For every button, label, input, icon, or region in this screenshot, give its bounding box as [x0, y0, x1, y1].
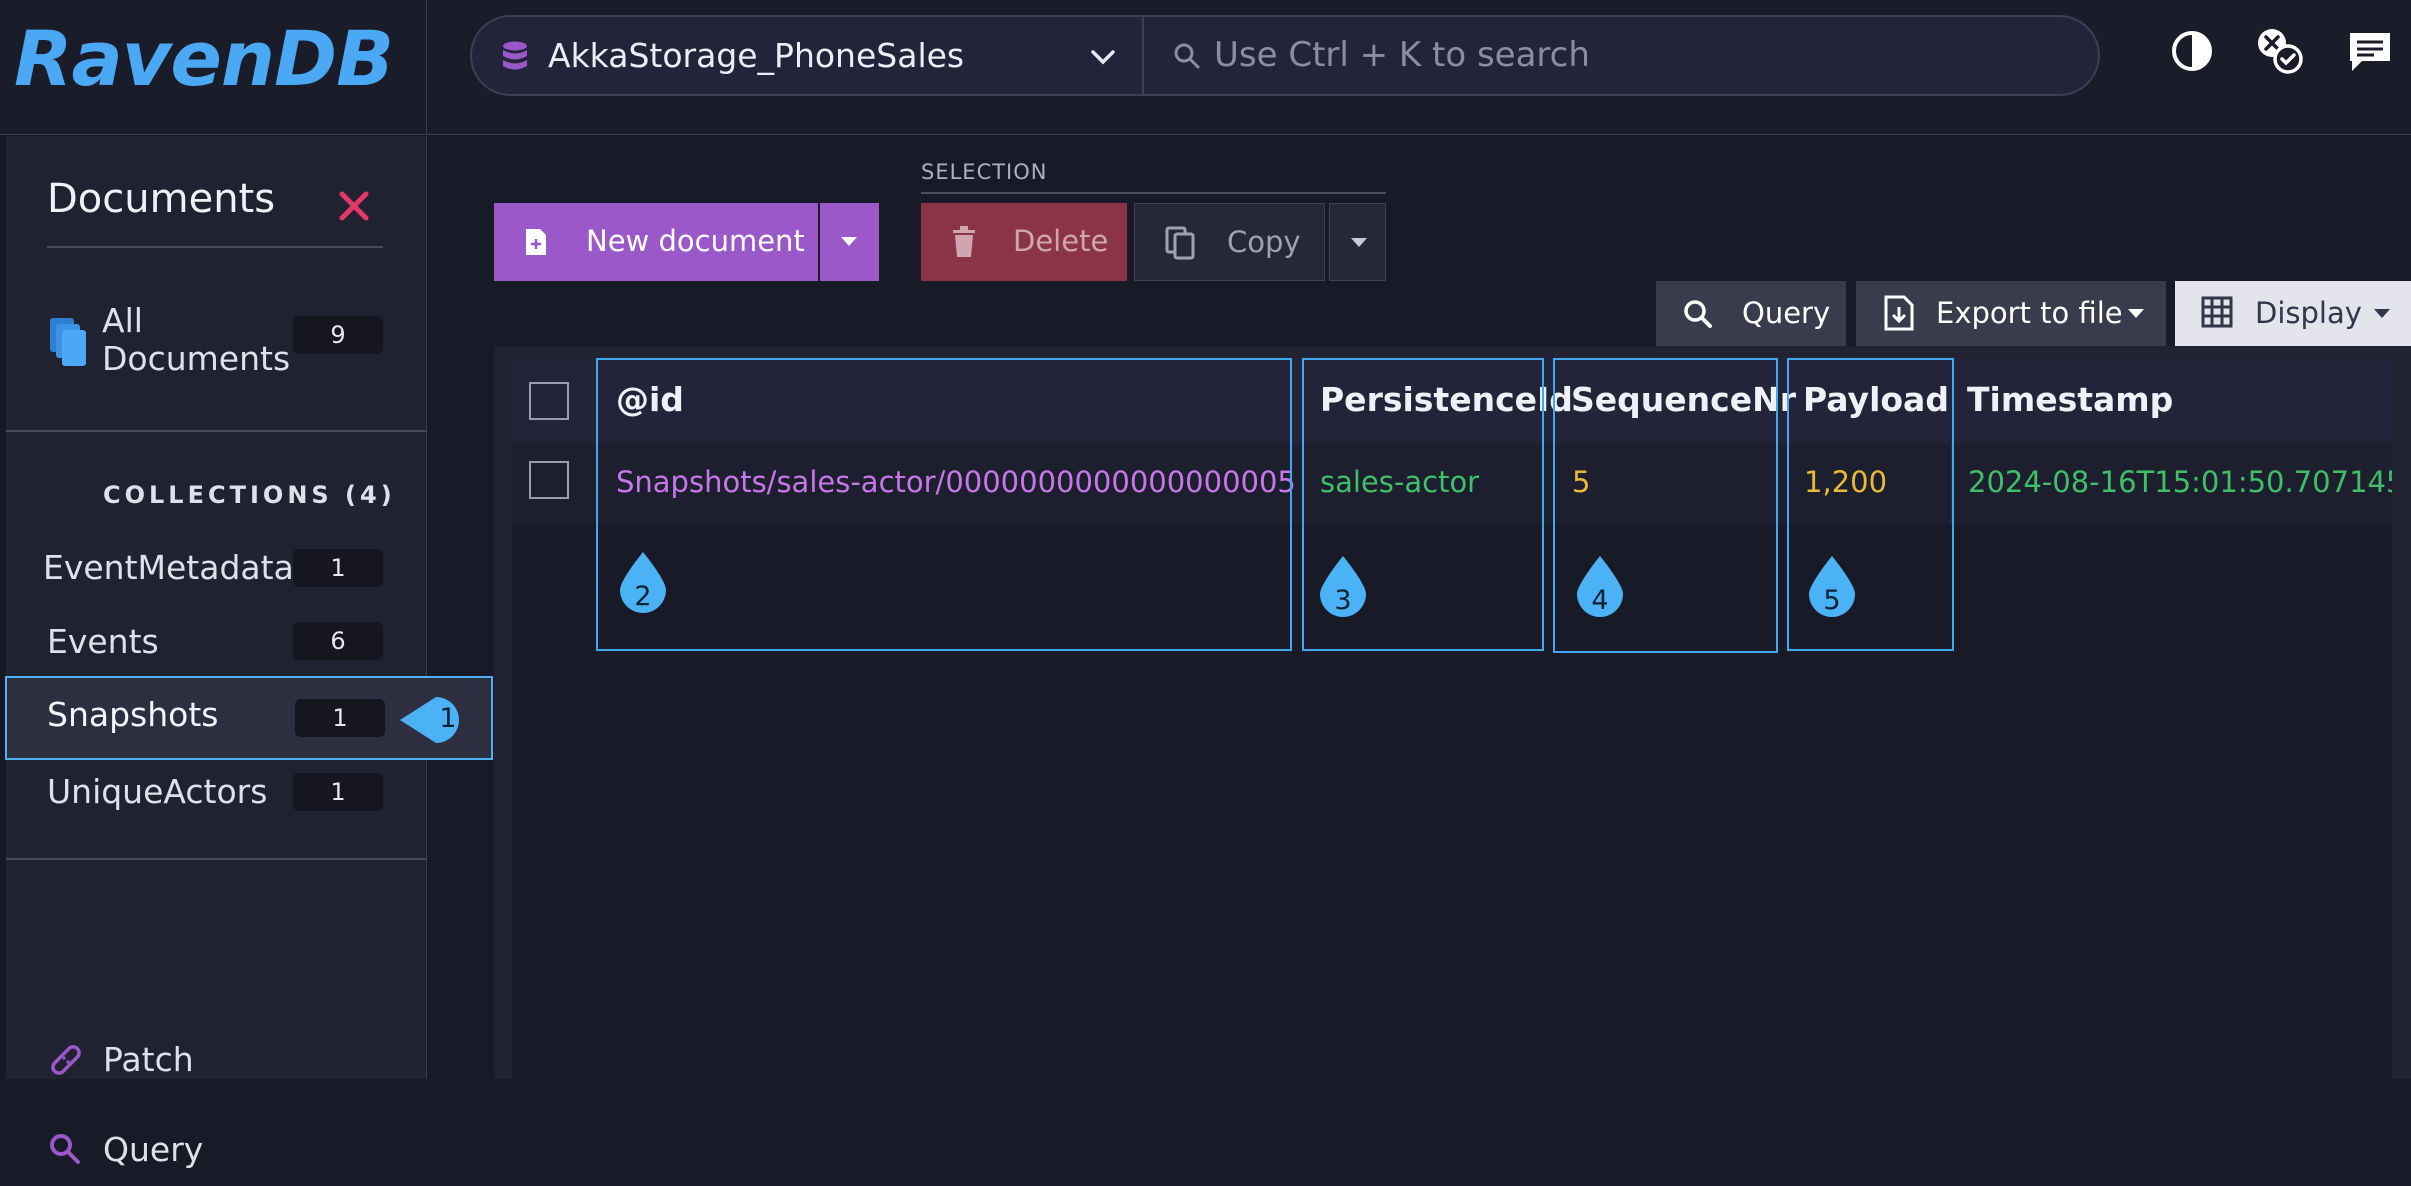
all-documents-label: All Documents — [102, 301, 291, 378]
caret-down-icon — [2128, 309, 2144, 318]
cell-timestamp: 2024-08-16T15:01:50.7071455Z — [1968, 465, 2392, 499]
sidebar-edge — [0, 136, 6, 1079]
search-icon — [1174, 43, 1200, 69]
caret-down-icon — [2374, 309, 2390, 318]
collections-heading: COLLECTIONS (4) — [103, 481, 396, 509]
collection-count: 1 — [293, 773, 383, 811]
brand-area: RavenDB — [0, 0, 427, 135]
export-file-icon — [1884, 295, 1914, 331]
collection-count: 1 — [295, 699, 385, 737]
query-label: Query — [1742, 296, 1831, 330]
delete-button[interactable]: Delete — [921, 203, 1127, 281]
divider — [47, 246, 383, 248]
new-document-button[interactable]: New document — [494, 203, 818, 281]
search-icon — [1684, 300, 1712, 328]
copy-label: Copy — [1227, 225, 1301, 259]
chevron-down-icon[interactable] — [1087, 41, 1119, 73]
bandage-icon — [51, 1045, 81, 1075]
column-header-timestamp[interactable]: Timestamp — [1967, 380, 2173, 419]
sidebar-item-query[interactable]: Query — [6, 1116, 427, 1186]
sidebar-item-all-documents[interactable]: All Documents 9 — [0, 296, 427, 396]
new-document-label: New document — [586, 224, 805, 258]
sidebar: Documents All Documents 9 COLLECTIONS (4… — [0, 136, 427, 1169]
selection-label: SELECTION — [921, 160, 1048, 184]
notification-status-icon[interactable] — [2254, 25, 2306, 77]
collection-label: EventMetadatas — [43, 548, 311, 587]
search-input[interactable] — [1212, 27, 2072, 83]
copy-icon — [1165, 226, 1195, 260]
delete-label: Delete — [1013, 224, 1109, 258]
database-dropdown[interactable]: AkkaStorage_PhoneSales — [472, 17, 1144, 94]
sidebar-item-uniqueactors[interactable]: UniqueActors 1 — [6, 762, 427, 826]
database-selector: AkkaStorage_PhoneSales — [470, 15, 2100, 96]
callout-number: 1 — [439, 703, 457, 734]
export-label: Export to file — [1936, 296, 2123, 330]
copy-button[interactable]: Copy — [1134, 203, 1325, 281]
close-icon[interactable] — [336, 188, 372, 224]
search-icon — [50, 1134, 80, 1164]
theme-toggle-icon[interactable] — [2166, 25, 2218, 77]
callout-number: 2 — [634, 581, 652, 612]
select-all-checkbox[interactable] — [529, 382, 569, 420]
query-button[interactable]: Query — [1656, 281, 1846, 346]
new-file-icon — [526, 229, 546, 255]
copy-dropdown[interactable] — [1329, 203, 1386, 281]
divider — [921, 192, 1386, 194]
database-icon — [503, 41, 527, 70]
caret-down-icon — [1351, 238, 1367, 247]
table-icon — [2201, 296, 2233, 328]
export-to-file-button[interactable]: Export to file — [1856, 281, 2166, 346]
caret-down-icon — [841, 237, 857, 246]
display-label: Display — [2255, 296, 2362, 330]
feedback-icon[interactable] — [2344, 25, 2396, 77]
all-documents-count: 9 — [293, 316, 383, 354]
collection-label: Snapshots — [47, 695, 219, 734]
patch-label: Patch — [103, 1040, 194, 1079]
callout-number: 4 — [1591, 585, 1609, 616]
collection-count: 1 — [293, 549, 383, 587]
callout-number: 3 — [1334, 585, 1352, 616]
collection-count: 6 — [293, 622, 383, 660]
sidebar-item-eventmetadatas[interactable]: EventMetadatas 1 — [6, 536, 427, 600]
row-checkbox[interactable] — [529, 461, 569, 499]
divider — [6, 430, 427, 432]
query-label: Query — [103, 1130, 204, 1169]
highlight-box-id-column — [596, 358, 1292, 651]
trash-icon — [953, 226, 975, 257]
sidebar-item-patch[interactable]: Patch — [6, 1026, 427, 1096]
documents-icon — [50, 318, 86, 366]
divider — [6, 858, 427, 860]
sidebar-item-events[interactable]: Events 6 — [6, 610, 427, 674]
display-button[interactable]: Display — [2175, 281, 2411, 346]
callout-number: 5 — [1823, 585, 1841, 616]
collection-label: UniqueActors — [47, 772, 268, 811]
ravendb-logo[interactable]: RavenDB — [14, 14, 394, 103]
database-name: AkkaStorage_PhoneSales — [548, 36, 965, 75]
sidebar-title: Documents — [47, 176, 276, 222]
collection-label: Events — [47, 622, 159, 661]
new-document-dropdown[interactable] — [820, 203, 879, 281]
